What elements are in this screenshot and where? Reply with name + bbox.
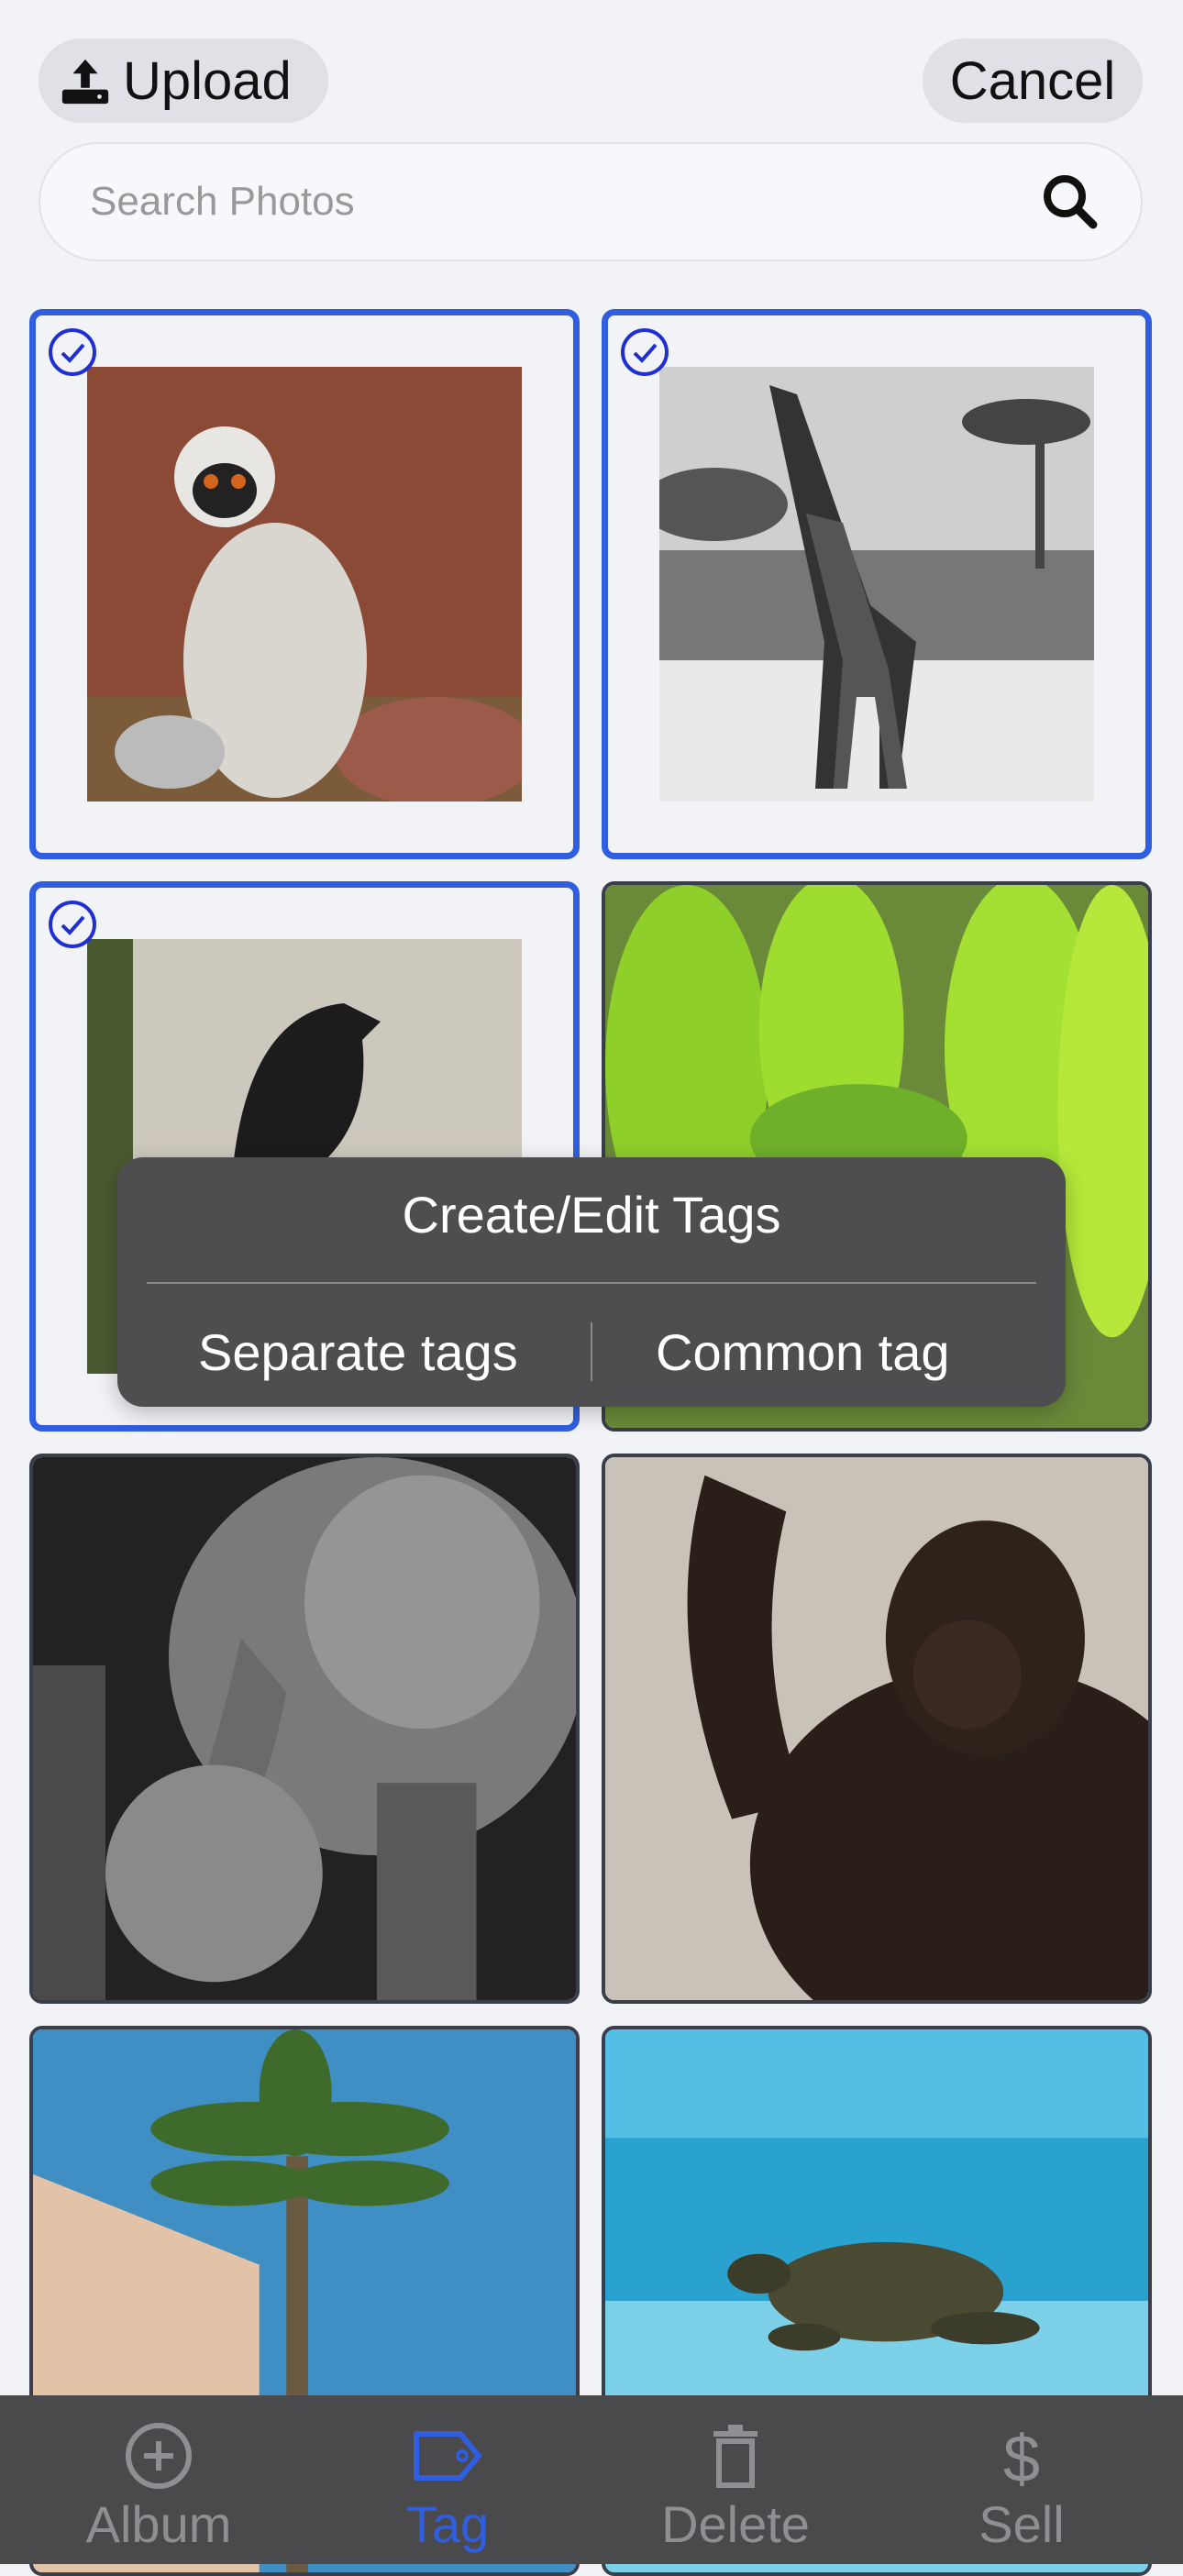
trash-icon <box>713 2425 757 2488</box>
chimpanzee-photo <box>605 1457 1148 2000</box>
upload-label: Upload <box>123 50 292 111</box>
tag-action-menu: Create/Edit Tags Separate tags Common ta… <box>117 1157 1066 1407</box>
tab-sell[interactable]: $ Sell <box>921 2395 1122 2564</box>
tab-album-label: Album <box>85 2495 232 2553</box>
tab-tag-label: Tag <box>405 2495 490 2553</box>
tab-album[interactable]: Album <box>58 2395 260 2564</box>
selected-check-icon <box>49 901 96 948</box>
tab-delete-label: Delete <box>661 2495 810 2553</box>
bottom-tab-bar: Album Tag Delete $ Sell <box>0 2395 1183 2564</box>
divider <box>147 1282 1036 1284</box>
dollar-icon: $ <box>1003 2423 1040 2491</box>
search-icon[interactable] <box>1040 171 1100 232</box>
tag-icon <box>414 2431 481 2481</box>
lemur-photo <box>87 367 522 802</box>
create-edit-tags-button[interactable]: Create/Edit Tags <box>117 1185 1066 1244</box>
cancel-button[interactable]: Cancel <box>923 39 1143 123</box>
photo-tile-elephants[interactable] <box>29 1454 580 2004</box>
tab-delete[interactable]: Delete <box>635 2395 836 2564</box>
tab-tag[interactable]: Tag <box>347 2395 548 2564</box>
divider <box>591 1322 592 1381</box>
photo-tile-giraffes[interactable] <box>602 309 1152 859</box>
svg-text:$: $ <box>1003 2423 1040 2491</box>
elephants-photo <box>33 1457 576 2000</box>
upload-button[interactable]: Upload <box>39 39 328 123</box>
separate-tags-button[interactable]: Separate tags <box>198 1322 518 1382</box>
photo-tile-chimpanzee[interactable] <box>602 1454 1152 2004</box>
cancel-label: Cancel <box>949 50 1116 111</box>
plus-circle-icon <box>126 2423 192 2489</box>
search-input[interactable] <box>88 178 1040 226</box>
selected-check-icon <box>49 328 96 376</box>
search-bar <box>39 142 1143 261</box>
upload-icon <box>61 59 109 105</box>
tab-sell-label: Sell <box>978 2495 1065 2553</box>
common-tag-button[interactable]: Common tag <box>656 1322 950 1382</box>
photo-tile-lemur[interactable] <box>29 309 580 859</box>
selected-check-icon <box>621 328 669 376</box>
giraffes-photo <box>659 367 1094 802</box>
